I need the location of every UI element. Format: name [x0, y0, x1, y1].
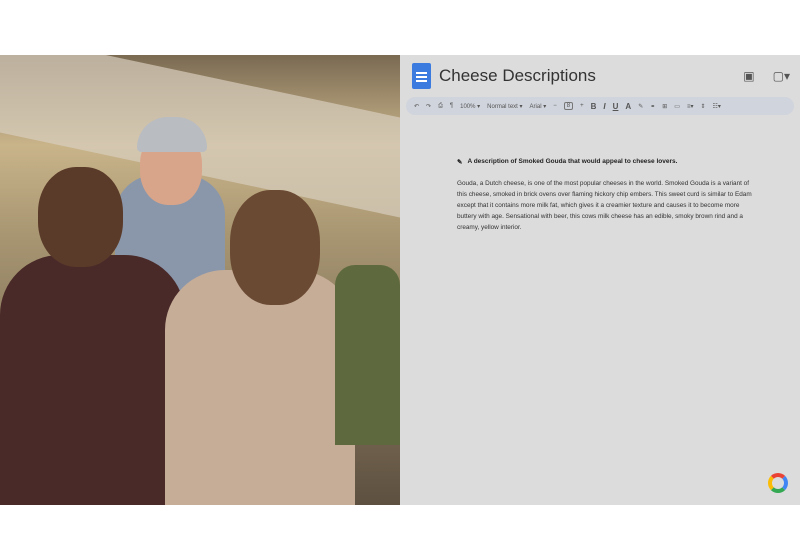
toolbar: ↶ ↷ ⎙ ¶ 100% ▾ Normal text ▾ Arial ▾ − 8… [406, 97, 794, 115]
checklist-icon[interactable]: ☷▾ [713, 103, 721, 110]
print-icon[interactable]: ⎙ [438, 103, 443, 110]
zoom-value: 100% [460, 103, 476, 110]
decrease-font-icon[interactable]: − [553, 103, 557, 109]
italic-button[interactable]: I [603, 102, 605, 111]
style-value: Normal text [487, 103, 518, 110]
prompt-line: ✎ A description of Smoked Gouda that wou… [457, 158, 757, 166]
customer-man [0, 255, 185, 505]
font-select[interactable]: Arial ▾ [530, 103, 547, 110]
increase-font-icon[interactable]: + [580, 103, 584, 109]
style-select[interactable]: Normal text ▾ [487, 103, 522, 110]
comment-icon[interactable]: ▣ [743, 69, 754, 83]
background-person [335, 265, 400, 445]
google-logo [768, 473, 788, 493]
link-icon[interactable]: ⚭ [650, 103, 655, 110]
doc-content[interactable]: ✎ A description of Smoked Gouda that wou… [457, 158, 757, 233]
google-docs-window: Cheese Descriptions ▣ ▢▾ ↶ ↷ ⎙ ¶ 100% ▾ … [400, 55, 800, 505]
doc-title[interactable]: Cheese Descriptions [439, 66, 596, 86]
doc-header: Cheese Descriptions ▣ ▢▾ [400, 55, 800, 97]
redo-icon[interactable]: ↷ [426, 103, 431, 110]
font-value: Arial [529, 103, 542, 110]
highlight-icon[interactable]: ✎ [638, 103, 643, 110]
line-spacing-icon[interactable]: ⇕ [700, 103, 705, 110]
prompt-text: A description of Smoked Gouda that would… [467, 158, 678, 165]
customer-man-head [38, 167, 123, 267]
undo-icon[interactable]: ↶ [414, 103, 419, 110]
bold-button[interactable]: B [591, 102, 597, 111]
generated-paragraph: Gouda, a Dutch cheese, is one of the mos… [457, 180, 752, 231]
zoom-select[interactable]: 100% ▾ [460, 103, 480, 110]
video-frame: Cheese Descriptions ▣ ▢▾ ↶ ↷ ⎙ ¶ 100% ▾ … [0, 55, 800, 505]
google-docs-icon[interactable] [412, 63, 431, 89]
align-icon[interactable]: ≡▾ [687, 103, 694, 110]
add-comment-icon[interactable]: ⊞ [662, 103, 667, 110]
paint-format-icon[interactable]: ¶ [450, 103, 453, 109]
store-photo [0, 55, 400, 505]
customer-woman-head [230, 190, 320, 305]
font-size-input[interactable]: 8 [563, 102, 574, 110]
underline-button[interactable]: U [613, 102, 619, 111]
magic-wand-icon: ✎ [457, 159, 463, 166]
meet-icon[interactable]: ▢▾ [773, 69, 790, 83]
text-color-button[interactable]: A [625, 102, 631, 111]
image-icon[interactable]: ▭ [674, 103, 680, 110]
customer-woman [165, 270, 355, 505]
